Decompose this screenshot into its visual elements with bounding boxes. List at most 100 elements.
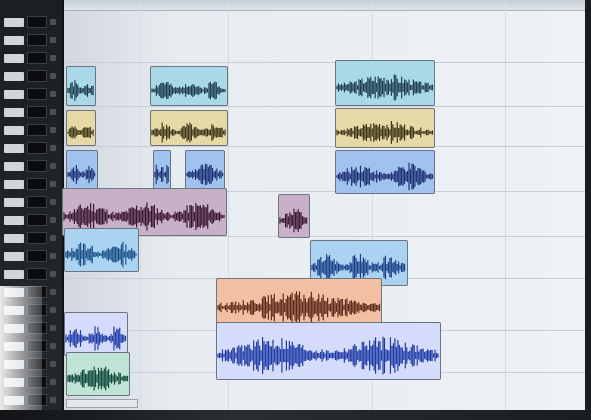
daw-screen [0, 0, 591, 420]
audio-clip[interactable] [66, 66, 96, 106]
level-meter [27, 106, 47, 118]
mixer-channel[interactable] [4, 122, 58, 138]
mute-toggle[interactable] [50, 361, 56, 367]
audio-clip[interactable] [216, 322, 441, 380]
clip-name [69, 67, 93, 75]
mute-toggle[interactable] [50, 91, 56, 97]
mute-toggle[interactable] [50, 307, 56, 313]
clip-name [153, 111, 225, 119]
timeline-ruler[interactable] [62, 0, 591, 11]
channel-name-label [4, 89, 24, 99]
audio-clip[interactable] [335, 108, 435, 148]
level-meter [27, 250, 47, 262]
waveform [67, 80, 94, 101]
audio-clip[interactable] [64, 228, 139, 272]
clip-name [67, 313, 125, 321]
timecode-display [66, 399, 138, 408]
audio-clip[interactable] [150, 110, 228, 146]
mute-toggle[interactable] [50, 127, 56, 133]
mute-toggle[interactable] [50, 145, 56, 151]
channel-name-label [4, 215, 24, 225]
audio-clip[interactable] [335, 60, 435, 106]
mute-toggle[interactable] [50, 37, 56, 43]
channel-name-label [4, 71, 24, 81]
level-meter [27, 214, 47, 226]
mute-toggle[interactable] [50, 289, 56, 295]
mute-toggle[interactable] [50, 181, 56, 187]
mixer-channel[interactable] [4, 140, 58, 156]
clip-name [153, 67, 225, 75]
mixer-channel[interactable] [4, 32, 58, 48]
clip-name [188, 151, 222, 159]
mixer-channel[interactable] [4, 248, 58, 264]
waveform [336, 120, 434, 145]
monitor-bezel-right [585, 0, 591, 420]
audio-clip[interactable] [185, 150, 225, 190]
channel-name-label [4, 143, 24, 153]
mute-toggle[interactable] [50, 253, 56, 259]
audio-clip[interactable] [335, 150, 435, 194]
waveform [279, 208, 308, 233]
channel-name-label [4, 35, 24, 45]
channel-name-label [4, 125, 24, 135]
track-lane-divider [62, 236, 591, 237]
level-meter [27, 124, 47, 136]
clip-name [65, 189, 224, 197]
mixer-channel[interactable] [4, 86, 58, 102]
mute-toggle[interactable] [50, 343, 56, 349]
audio-clip[interactable] [150, 66, 228, 106]
mute-toggle[interactable] [50, 325, 56, 331]
channel-name-label [4, 179, 24, 189]
level-meter [27, 16, 47, 28]
track-lane-divider [62, 146, 591, 147]
audio-clip[interactable] [66, 150, 98, 190]
level-meter [27, 268, 47, 280]
mixer-channel[interactable] [4, 194, 58, 210]
mute-toggle[interactable] [50, 397, 56, 403]
track-lane-divider [62, 106, 591, 107]
clip-name [69, 111, 93, 119]
level-meter [27, 178, 47, 190]
mute-toggle[interactable] [50, 379, 56, 385]
level-meter [27, 196, 47, 208]
level-meter [27, 160, 47, 172]
mixer-channel[interactable] [4, 68, 58, 84]
channel-name-label [4, 233, 24, 243]
clip-name [338, 151, 432, 159]
waveform [336, 162, 434, 191]
mixer-channel[interactable] [4, 158, 58, 174]
mute-toggle[interactable] [50, 217, 56, 223]
level-meter [27, 142, 47, 154]
channel-name-label [4, 107, 24, 117]
mixer-channel[interactable] [4, 176, 58, 192]
mute-toggle[interactable] [50, 271, 56, 277]
audio-clip[interactable] [64, 312, 128, 356]
mixer-channel[interactable] [4, 14, 58, 30]
audio-clip[interactable] [153, 150, 171, 190]
mute-toggle[interactable] [50, 19, 56, 25]
mixer-channel[interactable] [4, 50, 58, 66]
audio-clip[interactable] [278, 194, 310, 238]
mixer-channel[interactable] [4, 266, 58, 282]
level-meter [27, 52, 47, 64]
level-meter [27, 88, 47, 100]
clip-name [69, 151, 95, 159]
audio-clip[interactable] [66, 110, 96, 146]
channel-name-label [4, 197, 24, 207]
mute-toggle[interactable] [50, 163, 56, 169]
clip-name [219, 279, 379, 287]
mute-toggle[interactable] [50, 73, 56, 79]
mixer-channel[interactable] [4, 104, 58, 120]
mute-toggle[interactable] [50, 235, 56, 241]
mute-toggle[interactable] [50, 109, 56, 115]
level-meter [27, 232, 47, 244]
grid-line [505, 0, 506, 420]
audio-clip[interactable] [66, 352, 130, 396]
mixer-channel[interactable] [4, 230, 58, 246]
audio-clip[interactable] [216, 278, 382, 328]
screen-reflection [0, 286, 42, 410]
mute-toggle[interactable] [50, 199, 56, 205]
clip-name [281, 195, 307, 203]
mixer-channel[interactable] [4, 212, 58, 228]
mute-toggle[interactable] [50, 55, 56, 61]
